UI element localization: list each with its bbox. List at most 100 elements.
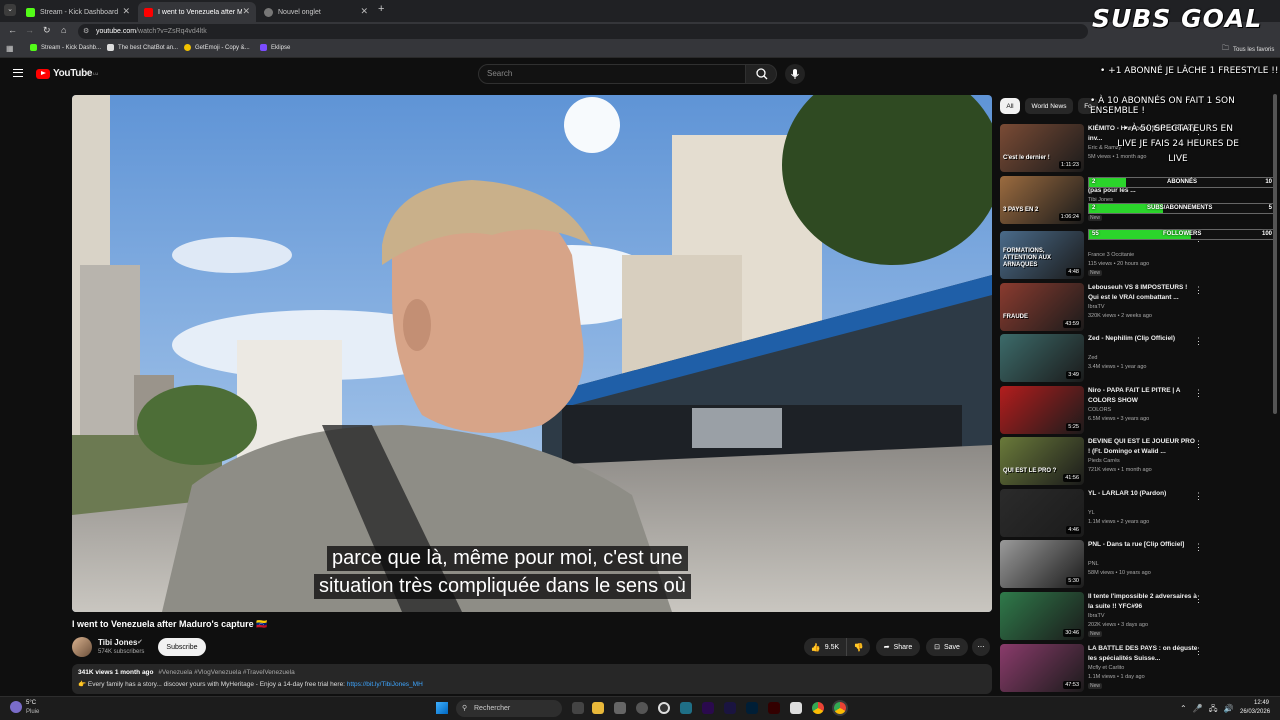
recommendation-thumbnail[interactable]: FORMATIONS, ATTENTION AUX ARNAQUES 4:48: [1000, 231, 1084, 279]
clock-time[interactable]: 12:49: [1254, 700, 1269, 706]
hashtags[interactable]: #Venezuela #VlogVenezuela #TravelVenezue…: [158, 669, 294, 676]
recommendation-thumbnail[interactable]: C'est le dernier ! 1:11:23: [1000, 124, 1084, 172]
like-button[interactable]: 👍 9.5K: [804, 638, 846, 656]
recommendation-thumbnail[interactable]: 5:25: [1000, 386, 1084, 434]
description-link[interactable]: https://bit.ly/TibiJones_MH: [347, 681, 423, 688]
recommendation-item[interactable]: 47:53 LA BATTLE DES PAYS : on déguste les…: [1000, 644, 1210, 692]
recommendation-channel[interactable]: IbraTV: [1088, 613, 1105, 619]
more-options-icon[interactable]: ⋮: [1194, 285, 1203, 296]
site-info-icon[interactable]: ⚙: [83, 24, 89, 39]
tab-search-icon[interactable]: ⌄: [4, 4, 16, 16]
home-icon[interactable]: ⌂: [61, 25, 66, 35]
channel-avatar[interactable]: [72, 637, 92, 657]
video-player[interactable]: parce que là, même pour moi, c'est une s…: [72, 95, 992, 612]
subscribe-button[interactable]: Subscribe: [158, 638, 206, 656]
recommendation-thumbnail[interactable]: 30:46: [1000, 592, 1084, 640]
chrome-active-icon[interactable]: [834, 702, 846, 714]
close-tab-icon[interactable]: ✕: [242, 6, 250, 17]
reload-icon[interactable]: ↻: [43, 25, 51, 36]
recommendation-title[interactable]: DEVINE QUI EST LE JOUEUR PRO ! (Ft. Domi…: [1088, 437, 1198, 456]
bookmark-chatbot[interactable]: The best ChatBot an...: [107, 44, 178, 51]
more-options-icon[interactable]: ⋮: [1194, 388, 1203, 399]
description-box[interactable]: 341K views 1 month ago #Venezuela #VlogV…: [72, 664, 992, 694]
recommendation-item[interactable]: 5:30 PNL - Dans ta rue [Clip Officiel] PNL…: [1000, 540, 1210, 588]
tab-new-tab[interactable]: Nouvel onglet ✕: [258, 2, 374, 22]
save-button[interactable]: ⊡ Save: [926, 638, 968, 656]
recommendation-item[interactable]: 30:46 Il tente l'impossible 2 adversaires…: [1000, 592, 1210, 640]
youtube-logo[interactable]: YouTube LU: [36, 68, 98, 79]
share-button[interactable]: ➦ Share: [876, 638, 920, 656]
tray-icons[interactable]: ⌃🎤🖧🔊: [1180, 703, 1240, 717]
photos-icon[interactable]: [680, 702, 692, 714]
windows-start-icon[interactable]: [436, 702, 448, 714]
file-explorer-icon[interactable]: [592, 702, 604, 714]
more-options-icon[interactable]: ⋮: [1194, 594, 1203, 605]
search-button[interactable]: [745, 64, 777, 84]
recommendation-channel[interactable]: France 3 Occitanie: [1088, 252, 1134, 258]
recommendation-thumbnail[interactable]: FRAUDE 43:59: [1000, 283, 1084, 331]
more-actions-button[interactable]: ⋯: [972, 638, 990, 656]
task-view-icon[interactable]: [572, 702, 584, 714]
page-scrollbar[interactable]: [1273, 94, 1277, 414]
recommendation-item[interactable]: 3:49 Zed - Nephilim (Clip Officiel) Zed 3.4…: [1000, 334, 1210, 382]
more-options-icon[interactable]: ⋮: [1194, 336, 1203, 347]
close-tab-icon[interactable]: ✕: [122, 6, 130, 17]
recommendation-channel[interactable]: Zed: [1088, 355, 1097, 361]
recommendation-thumbnail[interactable]: 4:46: [1000, 489, 1084, 537]
more-options-icon[interactable]: ⋮: [1194, 439, 1203, 450]
bookmark-getemoji[interactable]: GetEmoji - Copy &...: [184, 44, 250, 51]
url-field[interactable]: ⚙ youtube.com/watch?v=ZsRq4vd4ltk: [78, 24, 1088, 39]
recommendation-channel[interactable]: COLORS: [1088, 407, 1111, 413]
all-favorites[interactable]: 🗀 Tous les favoris: [1222, 44, 1274, 55]
recommendation-title[interactable]: Lebouseuh VS 8 IMPOSTEURS ! Qui est le V…: [1088, 283, 1198, 302]
recommendation-channel[interactable]: IbraTV: [1088, 304, 1105, 310]
recommendation-item[interactable]: 4:46 YL - LARLAR 10 (Pardon) YL 1.1M views …: [1000, 489, 1210, 537]
recommendation-title[interactable]: YL - LARLAR 10 (Pardon): [1088, 489, 1198, 499]
recommendation-channel[interactable]: YL: [1088, 510, 1095, 516]
recommendation-title[interactable]: Zed - Nephilim (Clip Officiel): [1088, 334, 1198, 344]
illustrator-icon[interactable]: [768, 702, 780, 714]
search-input[interactable]: Search: [478, 64, 746, 84]
recommendation-title[interactable]: LA BATTLE DES PAYS : on déguste les spéc…: [1088, 644, 1198, 663]
bookmark-eklipse[interactable]: Eklipse: [260, 44, 290, 51]
clock-date[interactable]: 26/03/2026: [1240, 709, 1270, 715]
recommendation-item[interactable]: QUI EST LE PRO ? 41:56 DEVINE QUI EST LE J…: [1000, 437, 1210, 485]
recommendation-title[interactable]: Il tente l'impossible 2 adversaires à la…: [1088, 592, 1198, 611]
chip-all[interactable]: All: [1000, 98, 1020, 114]
obs-icon[interactable]: [658, 702, 670, 714]
more-options-icon[interactable]: ⋮: [1194, 646, 1203, 657]
more-options-icon[interactable]: ⋮: [1194, 491, 1203, 502]
chrome-icon[interactable]: [812, 702, 824, 714]
capcut-icon[interactable]: [790, 702, 802, 714]
forward-icon[interactable]: →: [25, 25, 34, 35]
recommendation-channel[interactable]: Pieds Carrés: [1088, 458, 1120, 464]
recommendation-channel[interactable]: Mcfly et Carlito: [1088, 665, 1124, 671]
close-tab-icon[interactable]: ✕: [360, 6, 368, 17]
new-tab-icon[interactable]: +: [378, 3, 384, 15]
voice-search-button[interactable]: [785, 64, 805, 84]
recommendation-thumbnail[interactable]: QUI EST LE PRO ? 41:56: [1000, 437, 1084, 485]
recommendation-thumbnail[interactable]: 47:53: [1000, 644, 1084, 692]
calculator-icon[interactable]: [614, 702, 626, 714]
chip-world-news[interactable]: World News: [1025, 98, 1073, 114]
more-options-icon[interactable]: ⋮: [1194, 542, 1203, 553]
settings-icon[interactable]: [636, 702, 648, 714]
dislike-button[interactable]: 👎: [846, 638, 870, 656]
recommendation-title[interactable]: PNL - Dans ta rue [Clip Officiel]: [1088, 540, 1198, 550]
hamburger-menu-icon[interactable]: [13, 69, 23, 77]
recommendation-item[interactable]: FRAUDE 43:59 Lebouseuh VS 8 IMPOSTEURS ! Q…: [1000, 283, 1210, 331]
recommendation-item[interactable]: 5:25 Niro - PAPA FAIT LE PITRE | A COLORS…: [1000, 386, 1210, 434]
recommendation-thumbnail[interactable]: 3:49: [1000, 334, 1084, 382]
bookmark-kick[interactable]: Stream - Kick Dashb...: [30, 44, 101, 51]
tab-kick-dashboard[interactable]: Stream - Kick Dashboard ✕: [20, 2, 136, 22]
photoshop-icon[interactable]: [746, 702, 758, 714]
recommendation-channel[interactable]: PNL: [1088, 561, 1099, 567]
after-effects-icon[interactable]: [724, 702, 736, 714]
premiere-icon[interactable]: [702, 702, 714, 714]
apps-grid-icon[interactable]: ▦: [6, 44, 14, 53]
recommendation-title[interactable]: Niro - PAPA FAIT LE PITRE | A COLORS SHO…: [1088, 386, 1198, 405]
recommendation-thumbnail[interactable]: 3 PAYS EN 2 1:06:24: [1000, 176, 1084, 224]
recommendation-thumbnail[interactable]: 5:30: [1000, 540, 1084, 588]
channel-name[interactable]: Tibi Jones: [98, 638, 137, 647]
back-icon[interactable]: ←: [8, 25, 17, 35]
